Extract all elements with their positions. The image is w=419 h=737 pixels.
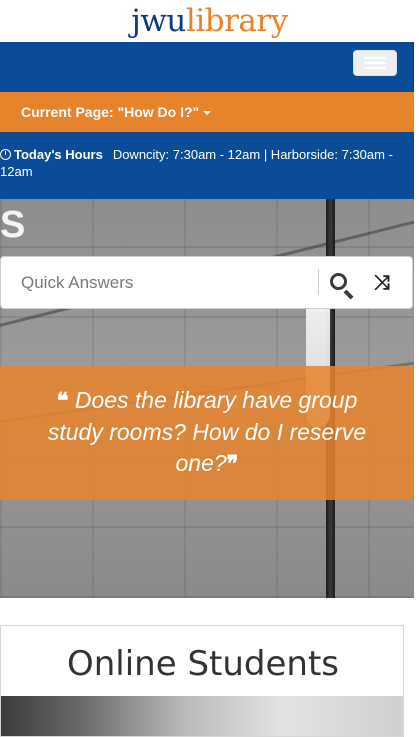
hero-banner: S ⤨ ❝ Does the library have group study … xyxy=(0,199,414,598)
close-quote-icon: ❞ xyxy=(226,451,239,477)
featured-question[interactable]: ❝ Does the library have group study room… xyxy=(30,385,384,480)
search-input[interactable] xyxy=(1,257,319,308)
top-navbar xyxy=(0,42,414,92)
todays-hours-bar: Today's Hours Downcity: 7:30am - 12am | H… xyxy=(0,132,414,199)
featured-question-band[interactable]: ❝ Does the library have group study room… xyxy=(0,366,414,500)
hamburger-icon[interactable] xyxy=(353,50,397,76)
shuffle-icon[interactable]: ⤨ xyxy=(367,269,397,297)
logo-library-text: library xyxy=(185,3,288,39)
logo-bar: jwulibrary xyxy=(0,0,419,42)
caret-down-icon xyxy=(203,111,212,116)
open-quote-icon: ❝ xyxy=(56,388,69,414)
jwu-library-logo[interactable]: jwulibrary xyxy=(0,0,419,42)
card-image xyxy=(1,696,403,736)
hamburger-line xyxy=(364,57,386,59)
search-handle xyxy=(343,289,354,300)
search-divider xyxy=(318,269,319,295)
hours-label: Today's Hours xyxy=(14,147,103,162)
building-sign-fragment: S xyxy=(0,204,26,246)
card-title: Online Students xyxy=(66,644,340,684)
clock-icon xyxy=(0,149,11,160)
featured-question-text: Does the library have group study rooms?… xyxy=(47,387,367,476)
quick-answers-search: ⤨ xyxy=(0,256,413,309)
online-students-card[interactable]: Online Students xyxy=(0,625,404,737)
logo-jwu-text: jwu xyxy=(131,3,186,39)
section-spacer xyxy=(0,598,419,625)
current-page-dropdown[interactable]: Current Page: "How Do I?" xyxy=(0,92,414,132)
search-icon[interactable] xyxy=(321,265,359,301)
hamburger-line xyxy=(364,67,386,69)
current-page-label: Current Page: "How Do I?" xyxy=(21,104,200,120)
hamburger-line xyxy=(364,62,386,64)
search-lens xyxy=(330,273,347,290)
